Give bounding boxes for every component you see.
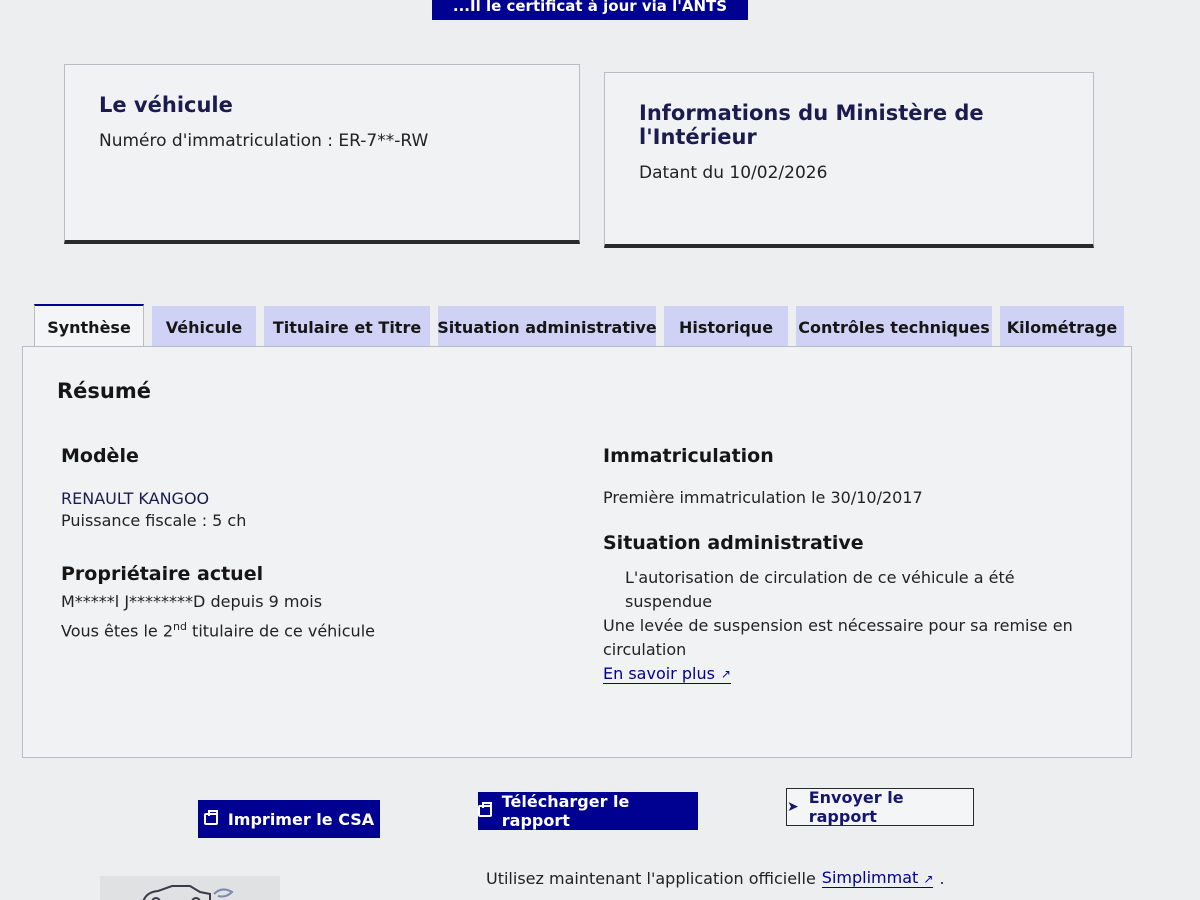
holder-rank: Vous êtes le 2nd titulaire de ce véhicul… bbox=[61, 614, 561, 643]
simplimmat-label: Simplimmat bbox=[821, 868, 919, 887]
owner-heading: Propriétaire actuel bbox=[61, 563, 264, 585]
ministry-card-title: Informations du Ministère de l'Intérieur bbox=[639, 101, 984, 149]
first-registration: Première immatriculation le 30/10/2017 bbox=[603, 488, 923, 507]
model-heading: Modèle bbox=[61, 445, 139, 467]
vehicle-card-title: Le véhicule bbox=[99, 93, 233, 117]
tab-titulaire-et-titre[interactable]: Titulaire et Titre bbox=[264, 306, 430, 348]
send-report-button[interactable]: ➤ Envoyer le rapport bbox=[786, 788, 974, 826]
owner-name-since: M*****l J********D depuis 9 mois bbox=[61, 592, 323, 611]
plate-number: Numéro d'immatriculation : ER-7**-RW bbox=[99, 131, 429, 151]
tab-kilometrage[interactable]: Kilométrage bbox=[1000, 306, 1124, 348]
summary-right-column: Immatriculation Première immatriculation… bbox=[603, 445, 1103, 684]
registration-heading: Immatriculation bbox=[603, 445, 774, 467]
footer-end: . bbox=[939, 868, 945, 888]
download-report-label: Télécharger le rapport bbox=[501, 792, 630, 830]
holder-rank-sup: nd bbox=[173, 620, 187, 633]
car-icon bbox=[142, 885, 234, 900]
ants-update-label: ...Il le certificat à jour via l'ANTS bbox=[452, 0, 728, 15]
summary-title: Résumé bbox=[57, 379, 151, 403]
print-csa-button[interactable]: Imprimer le CSA bbox=[198, 800, 380, 838]
ministry-card: Informations du Ministère de l'Intérieur… bbox=[604, 72, 1094, 248]
suspension-line-1: L'autorisation de circulation de ce véhi… bbox=[625, 568, 1015, 611]
footer: Utilisez maintenant l'application offici… bbox=[486, 868, 945, 888]
tab-bar: Synthèse Véhicule Titulaire et Titre Sit… bbox=[34, 302, 1124, 348]
printer-icon bbox=[203, 810, 218, 825]
owner-block: Propriétaire actuel M*****l J********D d… bbox=[61, 563, 561, 643]
send-arrow-icon: ➤ bbox=[787, 799, 799, 815]
page: ...Il le certificat à jour via l'ANTS Le… bbox=[0, 0, 1200, 900]
tab-controles-techniques[interactable]: Contrôles techniques bbox=[796, 306, 992, 348]
admin-heading: Situation administrative bbox=[603, 532, 864, 554]
fiscal-power: Puissance fiscale : 5 ch bbox=[61, 511, 247, 530]
admin-block: Situation administrative L'autorisation … bbox=[603, 532, 1103, 684]
summary-left-column: Modèle RENAULT KANGOO Puissance fiscale … bbox=[61, 445, 561, 643]
holder-rank-suffix: titulaire de ce véhicule bbox=[186, 621, 375, 641]
external-link-icon: ↗ bbox=[720, 666, 731, 681]
suspension-line-2: Une levée de suspension est nécessaire p… bbox=[603, 616, 1073, 659]
simplimmat-link[interactable]: Simplimmat ↗ bbox=[821, 868, 934, 888]
footer-text: Utilisez maintenant l'application offici… bbox=[486, 868, 816, 888]
learn-more-label: En savoir plus bbox=[603, 664, 715, 683]
suspension-text: L'autorisation de circulation de ce véhi… bbox=[603, 566, 1103, 662]
summary-panel: Résumé Modèle RENAULT KANGOO Puissance f… bbox=[22, 346, 1132, 758]
printer-icon bbox=[478, 802, 492, 817]
tab-synthese[interactable]: Synthèse bbox=[34, 304, 144, 348]
tab-historique[interactable]: Historique bbox=[664, 306, 788, 348]
vehicle-card: Le véhicule Numéro d'immatriculation : E… bbox=[64, 64, 580, 244]
model-name: RENAULT KANGOO bbox=[61, 489, 210, 508]
car-illustration bbox=[100, 876, 280, 900]
print-csa-label: Imprimer le CSA bbox=[227, 809, 375, 829]
holder-rank-prefix: Vous êtes le 2 bbox=[61, 621, 173, 641]
ministry-date: Datant du 10/02/2026 bbox=[639, 163, 828, 183]
ants-update-button[interactable]: ...Il le certificat à jour via l'ANTS bbox=[432, 0, 748, 20]
download-report-button[interactable]: Télécharger le rapport bbox=[478, 792, 698, 830]
external-link-icon: ↗ bbox=[923, 872, 934, 886]
tab-situation-administrative[interactable]: Situation administrative bbox=[437, 306, 657, 348]
send-report-label: Envoyer le rapport bbox=[808, 788, 904, 826]
learn-more-link[interactable]: En savoir plus ↗ bbox=[603, 664, 731, 684]
tab-vehicule[interactable]: Véhicule bbox=[152, 306, 256, 348]
